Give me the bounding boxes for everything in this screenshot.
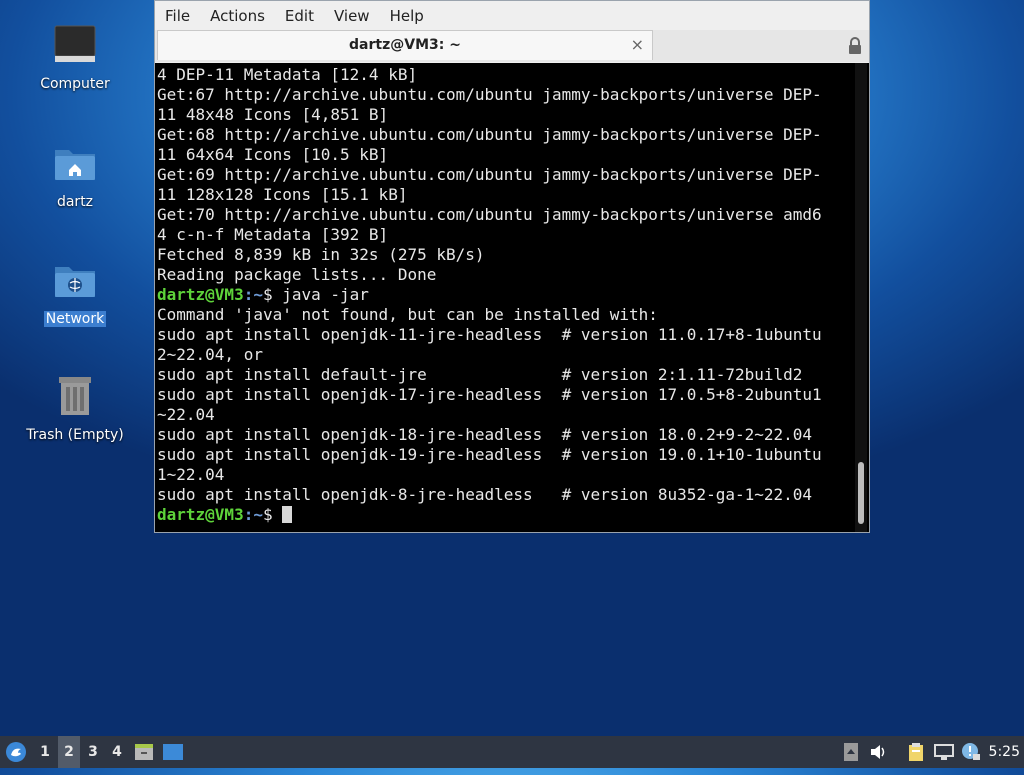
tray-up-arrow[interactable] (842, 736, 860, 768)
show-desktop-button[interactable] (160, 736, 186, 768)
terminal-line: sudo apt install openjdk-18-jre-headless… (157, 425, 813, 444)
terminal-line: Get:69 http://archive.ubuntu.com/ubuntu … (157, 165, 822, 184)
terminal-line: 11 128x128 Icons [15.1 kB] (157, 185, 408, 204)
terminal-line: sudo apt install openjdk-19-jre-headless… (157, 445, 822, 464)
workspace-3[interactable]: 3 (82, 736, 104, 768)
command-text: java -jar (272, 285, 369, 304)
prompt-symbol: $ (262, 285, 273, 304)
terminal-line: ~22.04 (157, 405, 215, 424)
terminal-history: 4 DEP-11 Metadata [12.4 kB] Get:67 http:… (157, 65, 822, 284)
home-folder-icon (51, 140, 99, 188)
network-wired-icon (934, 744, 954, 760)
prompt-user: dartz@VM3 (157, 505, 244, 524)
scrollbar[interactable] (855, 63, 867, 532)
speaker-icon (871, 745, 885, 759)
terminal-line: 4 DEP-11 Metadata [12.4 kB] (157, 65, 418, 84)
scrollbar-thumb[interactable] (858, 462, 864, 524)
desktop-icon-computer[interactable]: Computer (20, 22, 130, 92)
desktop-icon-label: Network (43, 311, 107, 327)
terminal-line: 11 64x64 Icons [10.5 kB] (157, 145, 389, 164)
desktop-icon-label: dartz (56, 194, 94, 210)
terminal-line: 4 c-n-f Metadata [392 B] (157, 225, 389, 244)
notifications-button[interactable] (960, 736, 982, 768)
terminal-window: File Actions Edit View Help dartz@VM3: ~… (154, 0, 870, 533)
app-menu-icon (6, 742, 26, 762)
desktop-icon-label: Computer (40, 76, 110, 92)
workspace-1[interactable]: 1 (34, 736, 56, 768)
lock-icon[interactable] (847, 37, 863, 55)
command-output: Command 'java' not found, but can be ins… (157, 305, 822, 504)
notification-icon (962, 743, 980, 760)
prompt-symbol: $ (262, 505, 273, 524)
terminal-line: Fetched 8,839 kB in 32s (275 kB/s) (157, 245, 485, 264)
prompt-path: :~ (243, 285, 263, 304)
workspace-2[interactable]: 2 (58, 736, 80, 768)
terminal-line: 1~22.04 (157, 465, 225, 484)
terminal-line: sudo apt install openjdk-8-jre-headless … (157, 485, 813, 504)
clipboard-button[interactable] (905, 736, 927, 768)
network-folder-icon (51, 257, 99, 305)
menu-help[interactable]: Help (380, 7, 434, 25)
terminal-line: Get:67 http://archive.ubuntu.com/ubuntu … (157, 85, 822, 104)
tab-bar: dartz@VM3: ~ × (155, 30, 869, 62)
file-manager-launcher[interactable] (132, 736, 156, 768)
terminal-line: Reading package lists... Done (157, 265, 437, 284)
prompt-user: dartz@VM3 (157, 285, 244, 304)
desktop-icon-network[interactable]: Network (20, 257, 130, 327)
network-status-button[interactable] (932, 736, 956, 768)
terminal-tab[interactable]: dartz@VM3: ~ × (157, 30, 653, 60)
close-tab-icon[interactable]: × (631, 35, 644, 54)
volume-button[interactable] (868, 736, 890, 768)
taskbar: 1 2 3 4 5:25 (0, 736, 1024, 768)
terminal-line: Get:68 http://archive.ubuntu.com/ubuntu … (157, 125, 822, 144)
arrow-up-icon (844, 743, 858, 761)
file-manager-icon (135, 744, 153, 760)
terminal-line: sudo apt install openjdk-17-jre-headless… (157, 385, 822, 404)
terminal-line: Get:70 http://archive.ubuntu.com/ubuntu … (157, 205, 822, 224)
workspace-4[interactable]: 4 (106, 736, 128, 768)
terminal-line: Command 'java' not found, but can be ins… (157, 305, 658, 324)
text-cursor (282, 506, 293, 523)
terminal-line: sudo apt install default-jre # version 2… (157, 365, 803, 384)
clipboard-icon (909, 743, 923, 761)
menu-edit[interactable]: Edit (275, 7, 324, 25)
clock[interactable]: 5:25 (989, 736, 1020, 768)
desktop-icon (163, 744, 183, 760)
menu-bar: File Actions Edit View Help (155, 1, 869, 30)
computer-icon (51, 22, 99, 70)
terminal-output[interactable]: 4 DEP-11 Metadata [12.4 kB] Get:67 http:… (155, 63, 869, 532)
prompt-path: :~ (243, 505, 263, 524)
terminal-text: 4 DEP-11 Metadata [12.4 kB] Get:67 http:… (157, 65, 847, 525)
desktop-icon-trash[interactable]: Trash (Empty) (20, 373, 130, 443)
terminal-line: 11 48x48 Icons [4,851 B] (157, 105, 389, 124)
menu-file[interactable]: File (155, 7, 200, 25)
desktop-icon-label: Trash (Empty) (26, 427, 124, 443)
desktop-icon-home[interactable]: dartz (20, 140, 130, 210)
trash-icon (51, 373, 99, 421)
menu-view[interactable]: View (324, 7, 380, 25)
terminal-line: 2~22.04, or (157, 345, 263, 364)
start-menu-button[interactable] (4, 736, 28, 768)
menu-actions[interactable]: Actions (200, 7, 275, 25)
tab-title: dartz@VM3: ~ (349, 37, 461, 53)
terminal-line: sudo apt install openjdk-11-jre-headless… (157, 325, 822, 344)
